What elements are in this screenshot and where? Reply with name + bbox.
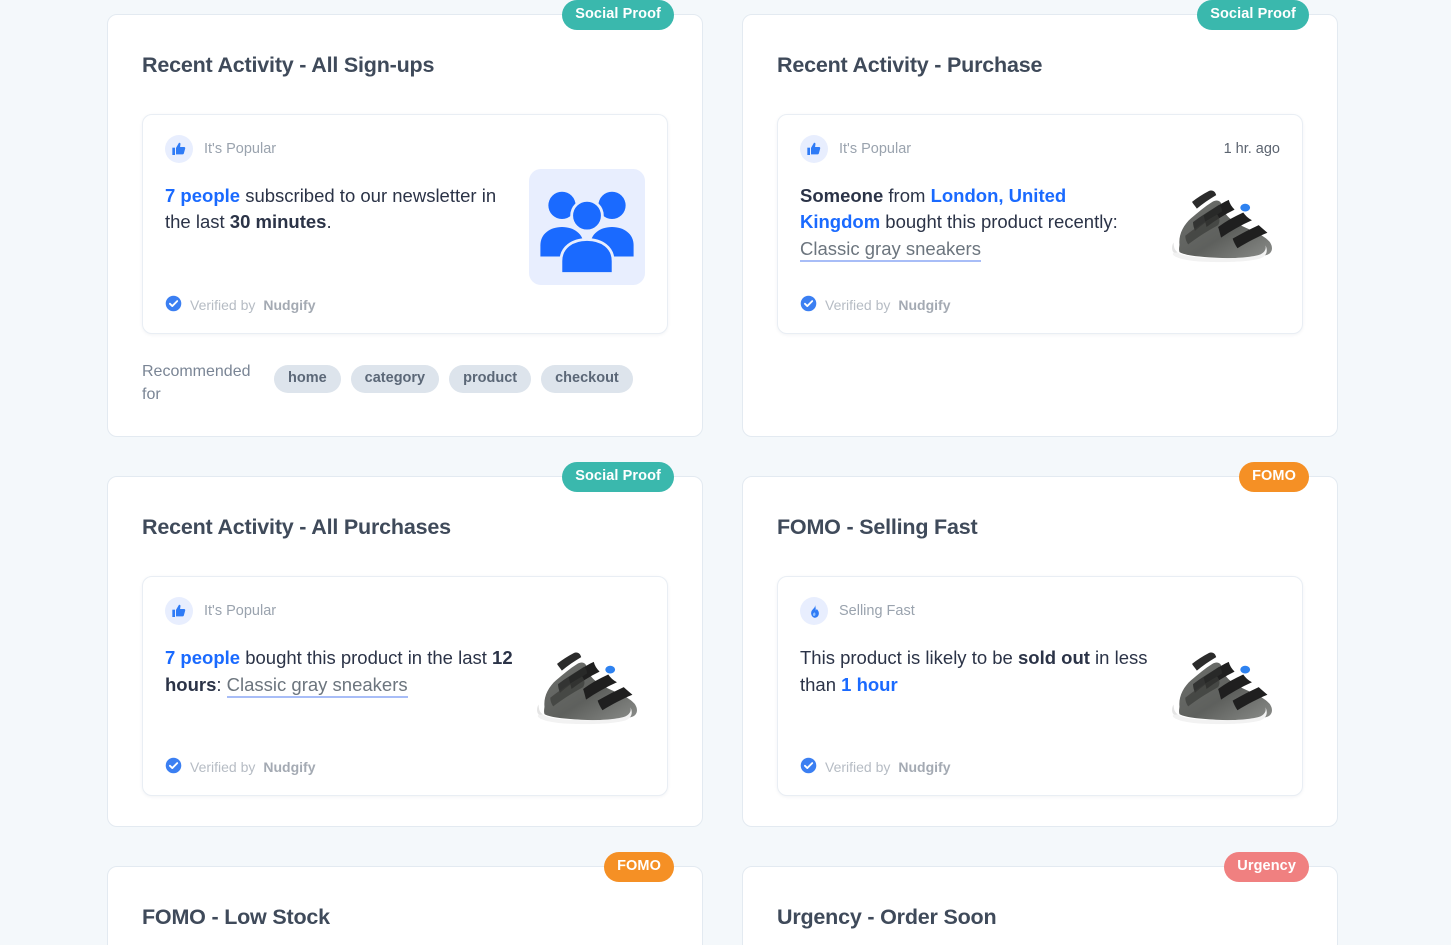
sneaker-photo: [529, 631, 645, 747]
nudge-body: This product is likely to be sold out in…: [800, 631, 1280, 747]
template-card-recent-activity-all-signups[interactable]: Social Proof Recent Activity - All Sign-u…: [107, 0, 703, 438]
category-badge: FOMO: [1239, 462, 1309, 492]
verified-badge: Verified by Nudgify: [800, 295, 1280, 315]
template-title: FOMO - Low Stock: [142, 905, 330, 930]
people-group-icon: [529, 169, 645, 285]
verified-text: Verified by: [825, 297, 891, 313]
category-badge: Social Proof: [562, 0, 674, 30]
verified-badge: Verified by Nudgify: [165, 295, 645, 315]
nudge-message: 7 people subscribed to our newsletter in…: [165, 185, 497, 233]
nudge-message: Someone from London, United Kingdom boug…: [800, 169, 1150, 262]
nudge-header: It's Popular: [165, 135, 645, 163]
thumbs-up-icon: [800, 135, 828, 163]
template-gallery: Social Proof Recent Activity - All Sign-u…: [0, 0, 1451, 945]
nudge-body: Someone from London, United Kingdom boug…: [800, 169, 1280, 285]
nudge-message: This product is likely to be sold out in…: [800, 647, 1148, 695]
nudge-kind-label: It's Popular: [839, 141, 912, 157]
nudge-kind-group: It's Popular: [800, 135, 911, 163]
nudge-body: 7 people bought this product in the last…: [165, 631, 645, 747]
verified-brand: Nudgify: [263, 297, 316, 313]
recommended-for-row: Recommended for home category product checko…: [142, 360, 668, 406]
verified-brand: Nudgify: [898, 297, 951, 313]
recommended-tag-list: home category product checkout: [274, 360, 633, 393]
flame-icon: [800, 597, 828, 626]
verified-text: Verified by: [190, 297, 256, 313]
recommended-for-label: Recommended for: [142, 363, 251, 404]
verified-check-icon: [800, 295, 817, 315]
verified-text: Verified by: [825, 759, 891, 776]
nudge-preview[interactable]: Selling Fast This product is likely to be…: [777, 576, 1303, 797]
template-title: Recent Activity - All Purchases: [142, 515, 451, 540]
template-card-fomo-low-stock[interactable]: FOMOFOMO - Low StockSelling Fast: [107, 852, 703, 945]
recommended-tag[interactable]: home: [274, 365, 341, 393]
verified-badge: Verified by Nudgify: [165, 757, 645, 777]
template-card-urgency-order-soon[interactable]: UrgencyUrgency - Order SoonOrder Soon: [742, 852, 1338, 945]
nudge-message: 7 people bought this product in the last…: [165, 631, 515, 698]
sneaker-photo: [1164, 631, 1280, 747]
nudge-kind-group: It's Popular: [165, 135, 276, 163]
verified-check-icon: [165, 757, 182, 777]
verified-brand: Nudgify: [263, 759, 316, 776]
category-badge: Social Proof: [1197, 0, 1309, 30]
verified-text: Verified by: [190, 759, 256, 776]
nudge-kind-label: It's Popular: [204, 141, 277, 157]
nudge-preview[interactable]: It's Popular 7 people bought this product…: [142, 576, 668, 797]
template-card-recent-activity-all-purchases[interactable]: Social Proof Recent Activity - All Purcha…: [107, 462, 703, 828]
nudge-header: It's Popular 1 hr. ago: [800, 135, 1280, 163]
nudge-kind-group: It's Popular: [165, 597, 277, 626]
template-card-recent-activity-purchase[interactable]: Social Proof Recent Activity - Purchase It…: [742, 0, 1338, 438]
nudge-header: Selling Fast: [800, 597, 1280, 626]
template-title: FOMO - Selling Fast: [777, 515, 978, 540]
verified-brand: Nudgify: [898, 759, 951, 776]
nudge-kind-label: It's Popular: [204, 603, 277, 620]
thumbs-up-icon: [165, 135, 193, 163]
thumbs-up-icon: [165, 597, 193, 626]
template-grid: Social Proof Recent Activity - All Sign-u…: [0, 0, 1451, 945]
recommended-tag[interactable]: checkout: [541, 365, 633, 393]
template-title: Recent Activity - Purchase: [777, 53, 1043, 77]
sneaker-photo: [1164, 169, 1280, 285]
category-badge: Urgency: [1224, 852, 1309, 882]
nudge-timestamp: 1 hr. ago: [1223, 141, 1280, 157]
verified-check-icon: [165, 295, 182, 315]
recommended-tag[interactable]: product: [449, 365, 532, 393]
category-badge: FOMO: [604, 852, 674, 882]
nudge-preview[interactable]: It's Popular 1 hr. ago Someone from London…: [777, 114, 1303, 334]
template-title: Recent Activity - All Sign-ups: [142, 53, 435, 77]
verified-badge: Verified by Nudgify: [800, 757, 1280, 777]
verified-check-icon: [800, 757, 817, 777]
nudge-preview[interactable]: It's Popular 7 people subscribed to our n…: [142, 114, 668, 334]
nudge-kind-label: Selling Fast: [839, 603, 915, 620]
recommended-tag[interactable]: category: [350, 365, 440, 393]
nudge-header: It's Popular: [165, 597, 645, 626]
category-badge: Social Proof: [562, 462, 674, 492]
template-title: Urgency - Order Soon: [777, 905, 997, 930]
nudge-kind-group: Selling Fast: [800, 597, 915, 626]
template-card-fomo-selling-fast[interactable]: FOMO FOMO - Selling Fast Selling Fast This …: [742, 462, 1338, 828]
nudge-body: 7 people subscribed to our newsletter in…: [165, 169, 645, 285]
